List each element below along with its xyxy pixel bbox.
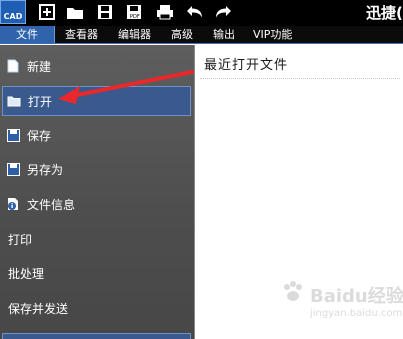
watermark-text: Baidu经验	[310, 286, 403, 307]
sidebar-item-label: 打开	[28, 94, 53, 109]
divider	[200, 78, 400, 79]
sidebar-item-open[interactable]: 打开	[2, 86, 191, 116]
redo-icon[interactable]	[212, 0, 234, 24]
sidebar-item-label: 保存	[27, 128, 52, 143]
print-icon[interactable]	[154, 0, 176, 24]
save-icon	[6, 128, 20, 142]
sidebar-item-save-as[interactable]: 另存为	[2, 154, 191, 184]
file-menu-sidebar: 新建 打开 保存 另存为 文件信息 打印 批处理 保存并发送	[0, 45, 195, 339]
menu-bar: 文件 查看器 编辑器 高级 输出 VIP功能	[0, 26, 403, 44]
sidebar-item-save[interactable]: 保存	[2, 120, 191, 150]
paw-icon	[284, 281, 302, 301]
open-folder-icon	[7, 94, 21, 108]
sidebar-item-file-info[interactable]: 文件信息	[2, 189, 191, 219]
sidebar-item-label: 批处理	[8, 266, 45, 281]
app-logo: CAD	[0, 0, 26, 24]
sidebar-item-label: 保存并发送	[8, 301, 69, 316]
sidebar-item-new[interactable]: 新建	[2, 51, 191, 81]
app-title: 迅捷(	[366, 4, 403, 22]
sidebar-item-label: 另存为	[27, 162, 64, 177]
sidebar-item-label: 新建	[27, 59, 52, 74]
watermark-url: jingyan.baidu.com	[310, 308, 403, 319]
save-as-icon[interactable]: PDF	[124, 0, 146, 24]
sidebar-item-print[interactable]: 打印	[2, 224, 191, 254]
recent-files-title: 最近打开文件	[204, 58, 289, 73]
sidebar-item-save-and-send[interactable]: 保存并发送	[2, 293, 191, 323]
undo-icon[interactable]	[184, 0, 206, 24]
save-as-icon	[6, 162, 20, 176]
sidebar-item-label: 打印	[8, 232, 33, 247]
menu-file[interactable]: 文件	[0, 26, 55, 43]
svg-text:PDF: PDF	[130, 14, 140, 20]
watermark: Baidu经验 jingyan.baidu.com	[280, 280, 403, 330]
menu-vip[interactable]: VIP功能	[253, 26, 292, 43]
sidebar-item-label: 文件信息	[27, 197, 76, 212]
file-info-icon	[6, 197, 20, 211]
menu-advanced[interactable]: 高级	[171, 26, 193, 43]
save-icon[interactable]	[94, 0, 116, 24]
app-logo-text: CAD	[3, 12, 23, 21]
new-icon[interactable]	[36, 0, 58, 24]
new-file-icon	[6, 59, 20, 73]
menu-editor[interactable]: 编辑器	[118, 26, 151, 43]
menu-output[interactable]: 输出	[213, 26, 235, 43]
open-folder-icon[interactable]	[64, 0, 86, 24]
menu-viewer[interactable]: 查看器	[65, 26, 98, 43]
sidebar-item-partial[interactable]	[2, 333, 191, 339]
sidebar-item-batch[interactable]: 批处理	[2, 258, 191, 288]
quick-access-toolbar: CAD PDF 迅捷(	[0, 0, 403, 26]
